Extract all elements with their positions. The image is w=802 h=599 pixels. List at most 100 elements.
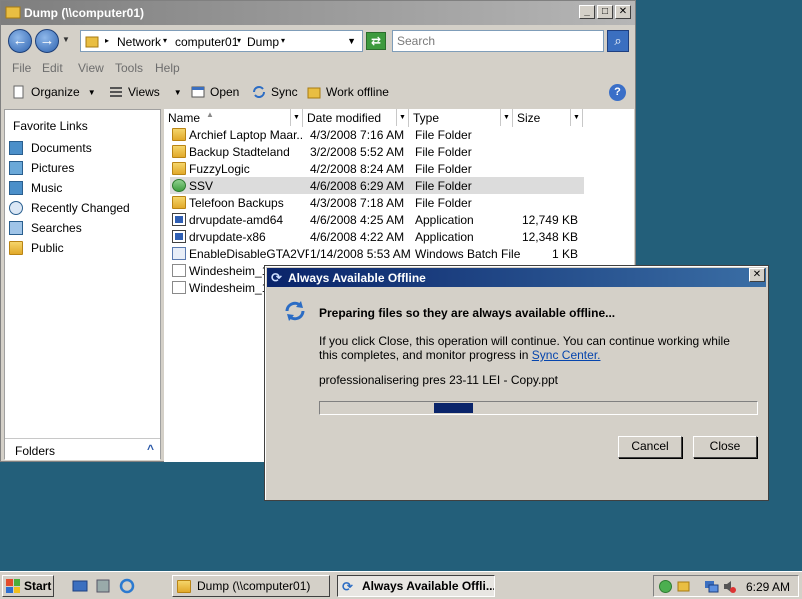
sync-center-tray-icon[interactable] [658, 579, 673, 594]
favorite-recently-changed[interactable]: Recently Changed [9, 201, 130, 215]
explorer-title-bar[interactable]: Dump (\\computer01) _ □ ✕ [1, 1, 635, 25]
column-header-name[interactable]: Name ▲ ▼ [164, 109, 303, 127]
pictures-icon [9, 161, 23, 175]
sync-label: Sync [271, 85, 298, 99]
volume-muted-icon[interactable] [722, 579, 737, 594]
search-icon[interactable]: ⌕ [607, 30, 629, 52]
organize-button[interactable]: Organize ▼ [12, 85, 96, 99]
forward-button[interactable]: → [35, 29, 59, 53]
maximize-button[interactable]: □ [597, 5, 613, 19]
menu-file[interactable]: File [12, 61, 31, 75]
minimize-button[interactable]: _ [579, 5, 595, 19]
close-button[interactable]: ✕ [615, 5, 631, 19]
favorite-public[interactable]: Public [9, 241, 64, 255]
application-icon [172, 230, 186, 243]
column-header-date[interactable]: Date modified ▼ [303, 109, 409, 127]
sort-ascending-icon: ▲ [206, 110, 214, 119]
clock[interactable]: 6:29 AM [746, 580, 790, 594]
show-desktop-icon[interactable] [72, 578, 88, 594]
task-label: Dump (\\computer01) [197, 579, 311, 593]
breadcrumb-arrow-icon[interactable]: ▸ [105, 36, 109, 45]
breadcrumb-network[interactable]: Network [117, 35, 161, 49]
refresh-button[interactable]: ⇄ [366, 32, 386, 50]
search-box[interactable] [392, 30, 604, 52]
close-button[interactable]: Close [693, 436, 757, 458]
file-date: 3/2/2008 5:52 AM [310, 145, 405, 159]
menu-edit[interactable]: Edit [42, 61, 63, 75]
file-row[interactable]: drvupdate-amd64 4/6/2008 4:25 AM Applica… [170, 211, 584, 228]
favorite-links-heading: Favorite Links [13, 119, 88, 133]
file-row[interactable]: FuzzyLogic 4/2/2008 8:24 AM File Folder [170, 160, 584, 177]
taskbar-item-explorer[interactable]: Dump (\\computer01) [172, 575, 330, 597]
column-header-size[interactable]: Size ▼ [513, 109, 583, 127]
always-available-offline-dialog: ⟳ Always Available Offline ✕ Preparing f… [264, 265, 769, 501]
dialog-heading: Preparing files so they are always avail… [319, 306, 616, 320]
chevron-down-icon[interactable]: ▼ [570, 109, 582, 126]
folder-icon [177, 579, 191, 593]
column-label: Date modified [307, 111, 382, 125]
server-manager-icon[interactable] [95, 578, 111, 594]
column-header-type[interactable]: Type ▼ [409, 109, 513, 127]
breadcrumb-arrow-icon[interactable]: ▾ [163, 36, 167, 45]
breadcrumb-dump[interactable]: Dump [247, 35, 279, 49]
favorite-searches[interactable]: Searches [9, 221, 82, 235]
dialog-close-icon[interactable]: ✕ [749, 268, 765, 282]
views-button[interactable]: Views ▼ [109, 85, 182, 99]
favorite-label: Music [31, 181, 63, 195]
chevron-down-icon[interactable]: ▼ [290, 109, 302, 126]
file-date: 4/2/2008 8:24 AM [310, 162, 405, 176]
sync-button[interactable]: Sync [252, 85, 298, 99]
file-size: 1 KB [551, 247, 578, 261]
navigation-pane: Favorite Links Documents Pictures Music … [4, 109, 161, 460]
favorite-label: Public [31, 241, 64, 255]
favorite-music[interactable]: Music [9, 181, 62, 195]
breadcrumb-computer01[interactable]: computer01 [175, 35, 238, 49]
folder-icon [172, 162, 186, 175]
breadcrumb[interactable]: ▸ Network ▾ computer01 ▾ Dump ▾ ▼ [80, 30, 363, 52]
file-name: EnableDisableGTA2VPN [189, 247, 309, 261]
sync-icon [285, 301, 305, 321]
offline-files-tray-icon[interactable] [676, 579, 691, 594]
views-label: Views [128, 85, 160, 99]
cancel-button[interactable]: Cancel [618, 436, 682, 458]
internet-explorer-icon[interactable] [119, 578, 135, 594]
open-button[interactable]: Open [191, 85, 239, 99]
dialog-title-bar[interactable]: ⟳ Always Available Offline [267, 268, 766, 287]
file-row[interactable]: Telefoon Backups 4/3/2008 7:18 AM File F… [170, 194, 584, 211]
file-row[interactable]: Archief Laptop Maar... 4/3/2008 7:16 AM … [170, 126, 584, 143]
work-offline-button[interactable]: Work offline [307, 85, 389, 99]
chevron-down-icon[interactable]: ▼ [500, 109, 512, 126]
help-icon[interactable]: ? [609, 84, 626, 101]
favorite-documents[interactable]: Documents [9, 141, 92, 155]
music-icon [9, 181, 23, 195]
file-row[interactable]: drvupdate-x86 4/6/2008 4:22 AM Applicati… [170, 228, 584, 245]
recently-changed-icon [9, 201, 23, 215]
chevron-down-icon[interactable]: ▼ [396, 109, 408, 126]
breadcrumb-arrow-icon[interactable]: ▾ [237, 36, 241, 45]
file-row[interactable]: EnableDisableGTA2VPN 1/14/2008 5:53 AM W… [170, 245, 584, 262]
search-input[interactable] [393, 31, 603, 51]
recent-pages-dropdown-icon[interactable]: ▼ [62, 35, 70, 44]
folders-toggle[interactable]: Folders ^ [5, 438, 160, 460]
taskbar-item-offline-dialog[interactable]: ⟳ Always Available Offli... [337, 575, 495, 597]
batch-file-icon [172, 247, 186, 260]
menu-bar: File Edit View Tools Help [2, 58, 634, 78]
task-label: Always Available Offli... [362, 579, 495, 593]
dialog-body-text: If you click Close, this operation will … [319, 334, 730, 362]
favorite-pictures[interactable]: Pictures [9, 161, 74, 175]
menu-tools[interactable]: Tools [115, 61, 143, 75]
breadcrumb-arrow-icon[interactable]: ▾ [281, 36, 285, 45]
file-date: 4/6/2008 4:25 AM [310, 213, 405, 227]
file-row[interactable]: Backup Stadteland 3/2/2008 5:52 AM File … [170, 143, 584, 160]
sync-center-link[interactable]: Sync Center. [532, 348, 601, 362]
menu-view[interactable]: View [78, 61, 104, 75]
address-dropdown-icon[interactable]: ▼ [347, 36, 356, 46]
current-file-name: professionalisering pres 23-11 LEI - Cop… [319, 373, 559, 387]
sync-icon [253, 86, 265, 98]
start-button[interactable]: Start [2, 575, 54, 597]
file-row-selected[interactable]: SSV 4/6/2008 6:29 AM File Folder [170, 177, 584, 194]
file-date: 4/3/2008 7:18 AM [310, 196, 405, 210]
back-button[interactable]: ← [8, 29, 32, 53]
menu-help[interactable]: Help [155, 61, 180, 75]
network-icon[interactable] [704, 579, 719, 594]
